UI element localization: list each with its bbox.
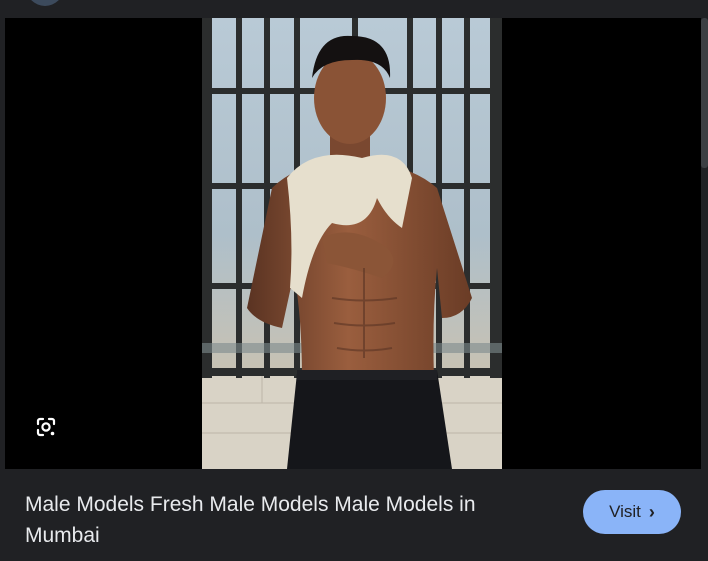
- photo-graphic: [202, 18, 502, 469]
- image-viewer: [5, 18, 701, 469]
- scrollbar[interactable]: [701, 18, 708, 168]
- image-preview-panel: Male Models Fresh Male Models Male Model…: [0, 0, 708, 561]
- preview-image[interactable]: [202, 18, 502, 469]
- result-title[interactable]: Male Models Fresh Male Models Male Model…: [25, 489, 545, 551]
- google-lens-icon: [36, 417, 56, 437]
- lens-search-button[interactable]: [31, 412, 61, 442]
- result-footer: Male Models Fresh Male Models Male Model…: [5, 469, 701, 561]
- avatar[interactable]: [26, 0, 64, 6]
- panel-header: [0, 0, 708, 18]
- chevron-right-icon: ›: [648, 502, 655, 522]
- visit-button-label: Visit: [609, 502, 641, 521]
- visit-button[interactable]: Visit ›: [583, 490, 681, 534]
